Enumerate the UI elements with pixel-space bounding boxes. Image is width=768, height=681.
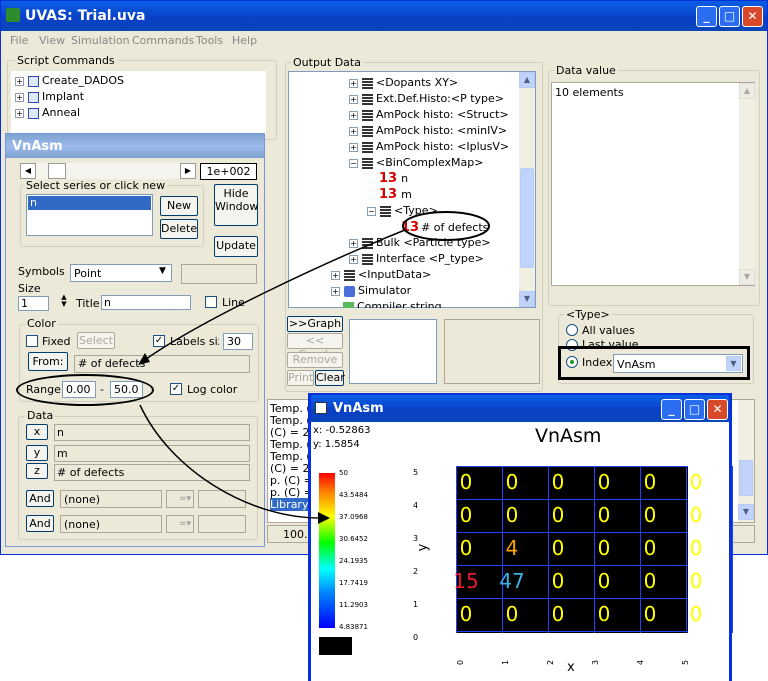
arrow-range-to-colorbar	[139, 404, 326, 519]
arrowhead-colorbar	[318, 512, 330, 524]
arrowhead-from	[138, 353, 150, 365]
annotation-overlay	[138, 211, 490, 524]
arrow-defects-to-from	[141, 229, 406, 363]
defects-highlight-ellipse	[402, 211, 490, 241]
